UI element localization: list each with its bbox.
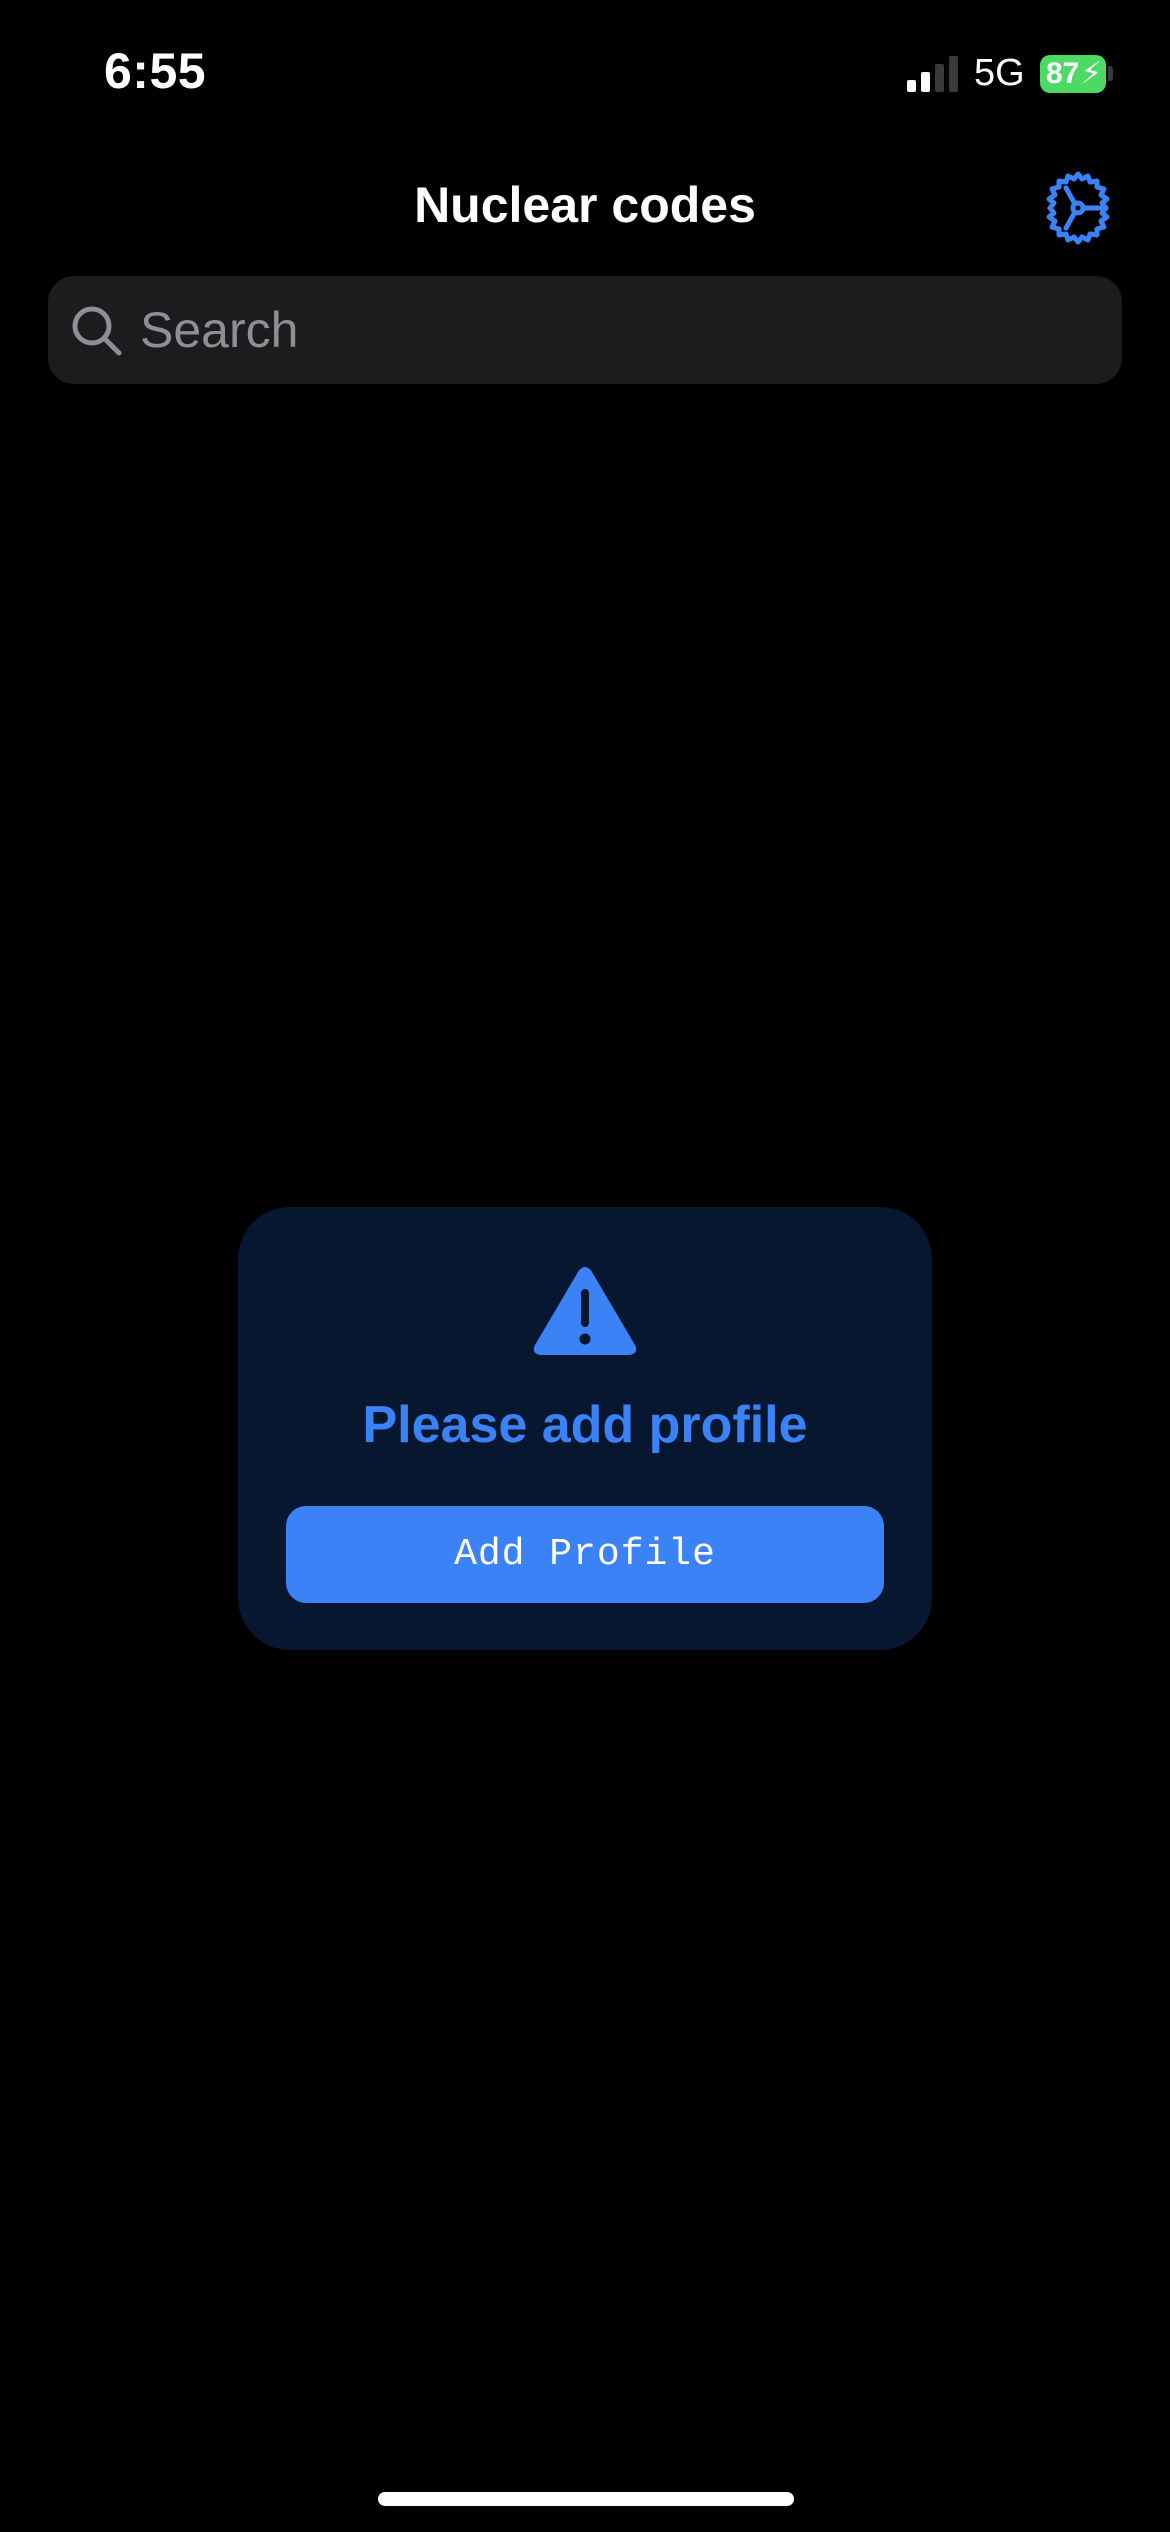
cellular-signal-icon — [907, 56, 959, 92]
signal-bar — [907, 80, 916, 92]
empty-state-card: Please add profile Add Profile — [238, 1207, 932, 1650]
battery-icon: 87 ⚡ — [1040, 55, 1106, 93]
search-input[interactable] — [140, 276, 1100, 384]
page-title: Nuclear codes — [414, 177, 756, 233]
add-profile-button[interactable]: Add Profile — [286, 1506, 884, 1603]
signal-bar — [921, 72, 930, 92]
status-time: 6:55 — [104, 43, 207, 99]
home-indicator[interactable] — [378, 2492, 794, 2506]
signal-bar — [949, 56, 958, 92]
battery-nub — [1108, 66, 1113, 81]
empty-state-message: Please add profile — [362, 1396, 808, 1454]
warning-triangle-icon — [533, 1267, 637, 1355]
settings-button[interactable] — [1040, 170, 1116, 246]
network-type: 5G — [974, 52, 1025, 94]
battery-level: 87 — [1046, 57, 1080, 90]
signal-bar — [935, 64, 944, 92]
search-bar — [48, 276, 1122, 384]
search-icon — [72, 306, 122, 356]
gear-icon — [1046, 171, 1110, 245]
charging-bolt-icon: ⚡ — [1080, 57, 1102, 90]
status-bar: 6:55 5G 87 ⚡ — [0, 0, 1170, 150]
